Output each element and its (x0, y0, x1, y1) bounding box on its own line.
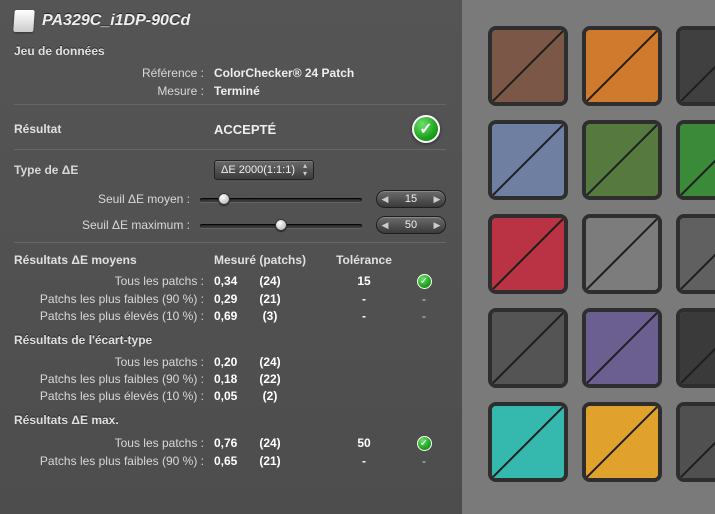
row-label: Tous les patchs : (14, 436, 214, 450)
row-label: Patchs les plus faibles (90 %) : (14, 454, 214, 468)
row-label: Tous les patchs : (14, 355, 214, 369)
max-heading: Résultats ΔE max. (14, 413, 446, 427)
avg-threshold-value: 15 (377, 193, 445, 205)
color-swatch[interactable] (586, 30, 658, 102)
measure-value: Terminé (214, 84, 260, 98)
check-icon: ✓ (412, 115, 440, 143)
row-tolerance: - (324, 292, 404, 306)
avg-threshold-slider[interactable] (200, 192, 362, 206)
row-label: Tous les patchs : (14, 274, 214, 288)
deltae-type-select[interactable]: ΔE 2000(1:1:1) ▴▾ (214, 160, 314, 180)
row-status: ✓ (404, 435, 444, 451)
max-threshold-label: Seuil ΔE maximum : (14, 218, 200, 232)
row-measured: 0,34(24) (214, 274, 324, 288)
max-threshold-stepper[interactable]: ◀ 50 ▶ (376, 216, 446, 234)
table-row: Patchs les plus faibles (90 %) :0,18(22) (14, 372, 446, 386)
color-swatch[interactable] (492, 124, 564, 196)
row-tolerance: - (324, 454, 404, 468)
row-status: - (404, 454, 444, 468)
means-heading: Résultats ΔE moyens (14, 253, 214, 267)
row-label: Patchs les plus faibles (90 %) : (14, 292, 214, 306)
result-label: Résultat (14, 122, 214, 136)
row-label: Patchs les plus élevés (10 %) : (14, 389, 214, 403)
color-swatch[interactable] (492, 30, 564, 102)
table-row: Patchs les plus faibles (90 %) :0,29(21)… (14, 292, 446, 306)
color-swatch[interactable] (680, 406, 715, 478)
deltae-type-value: ΔE 2000(1:1:1) (221, 164, 295, 176)
table-row: Tous les patchs :0,20(24) (14, 355, 446, 369)
measure-label: Mesure : (14, 84, 214, 98)
row-measured: 0,29(21) (214, 292, 324, 306)
row-measured: 0,05(2) (214, 389, 324, 403)
row-label: Patchs les plus élevés (10 %) : (14, 309, 214, 323)
swatch-grid (492, 30, 715, 478)
color-swatch[interactable] (586, 218, 658, 290)
tolerance-header: Tolérance (324, 253, 404, 267)
reference-value: ColorChecker® 24 Patch (214, 66, 354, 80)
reference-label: Référence : (14, 66, 214, 80)
row-tolerance: - (324, 309, 404, 323)
table-row: Tous les patchs :0,34(24)15 ✓ (14, 273, 446, 289)
row-status: ✓ (404, 273, 444, 289)
row-measured: 0,20(24) (214, 355, 324, 369)
row-measured: 0,65(21) (214, 454, 324, 468)
table-row: Tous les patchs :0,76(24)50 ✓ (14, 435, 446, 451)
color-swatch[interactable] (492, 406, 564, 478)
stdev-heading: Résultats de l'écart-type (14, 333, 446, 347)
row-status: - (404, 292, 444, 306)
deltae-type-label: Type de ΔE (14, 163, 214, 177)
check-icon: ✓ (417, 436, 432, 451)
result-status: ACCEPTÉ (214, 122, 412, 137)
max-threshold-value: 50 (377, 219, 445, 231)
color-swatch[interactable] (586, 312, 658, 384)
dataset-heading: Jeu de données (14, 44, 446, 58)
row-measured: 0,18(22) (214, 372, 324, 386)
max-threshold-slider[interactable] (200, 218, 362, 232)
color-swatch[interactable] (680, 124, 715, 196)
color-swatch[interactable] (586, 406, 658, 478)
color-swatch[interactable] (492, 312, 564, 384)
results-panel: PA329C_i1DP-90Cd Jeu de données Référenc… (0, 0, 462, 514)
row-label: Patchs les plus faibles (90 %) : (14, 372, 214, 386)
avg-threshold-stepper[interactable]: ◀ 15 ▶ (376, 190, 446, 208)
color-swatch[interactable] (680, 218, 715, 290)
row-measured: 0,76(24) (214, 436, 324, 450)
row-measured: 0,69(3) (214, 309, 324, 323)
color-swatch[interactable] (586, 124, 658, 196)
profile-icon (13, 10, 35, 32)
swatch-panel (462, 0, 715, 514)
avg-threshold-label: Seuil ΔE moyen : (14, 192, 200, 206)
row-status: - (404, 309, 444, 323)
table-row: Patchs les plus faibles (90 %) :0,65(21)… (14, 454, 446, 468)
color-swatch[interactable] (680, 312, 715, 384)
table-row: Patchs les plus élevés (10 %) :0,69(3)-- (14, 309, 446, 323)
table-row: Patchs les plus élevés (10 %) :0,05(2) (14, 389, 446, 403)
row-tolerance: 50 (324, 436, 404, 450)
color-swatch[interactable] (680, 30, 715, 102)
check-icon: ✓ (417, 274, 432, 289)
profile-title: PA329C_i1DP-90Cd (42, 12, 190, 30)
chevron-updown-icon: ▴▾ (303, 162, 307, 178)
color-swatch[interactable] (492, 218, 564, 290)
measured-header: Mesuré (patchs) (214, 253, 324, 267)
row-tolerance: 15 (324, 274, 404, 288)
